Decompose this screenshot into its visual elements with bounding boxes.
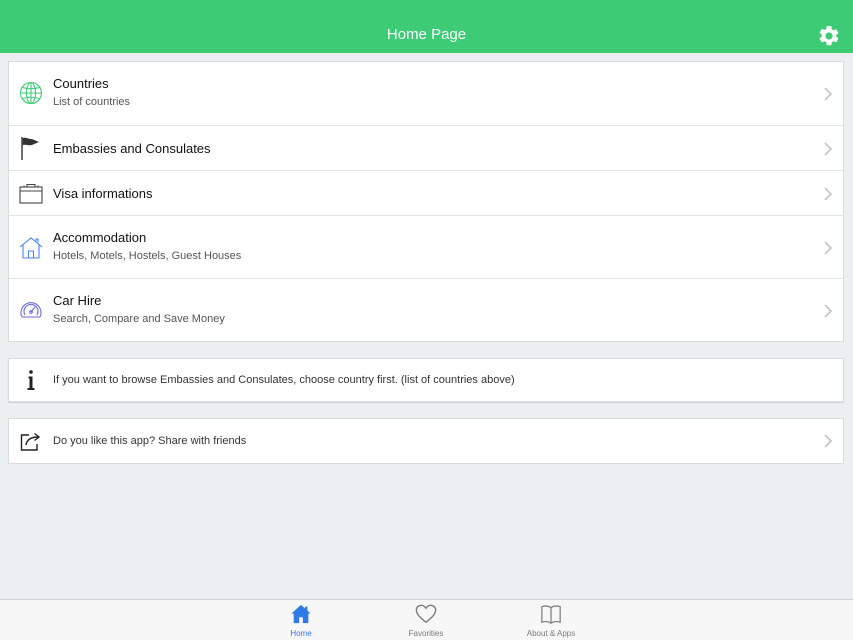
- flag-icon: [21, 137, 39, 160]
- briefcase-icon: [19, 183, 43, 204]
- settings-button[interactable]: [817, 24, 841, 48]
- share-card: Do you like this app? Share with friends: [8, 418, 844, 464]
- tab-bar: Home Favorities About & Apps: [0, 599, 853, 640]
- tab-favorities[interactable]: Favorities: [376, 600, 476, 640]
- tab-home[interactable]: Home: [251, 600, 351, 640]
- tab-about-apps[interactable]: About & Apps: [501, 600, 601, 640]
- chevron-right-icon: [824, 142, 833, 156]
- info-icon: [27, 370, 35, 390]
- menu-item-title: Countries: [53, 76, 109, 91]
- speedometer-icon: [20, 302, 42, 318]
- tab-label: Home: [290, 629, 312, 638]
- menu-item-title: Embassies and Consulates: [53, 141, 211, 156]
- menu-item-car-hire[interactable]: Car Hire Search, Compare and Save Money: [9, 278, 843, 341]
- menu-item-title: Visa informations: [53, 186, 153, 201]
- header-bar: Home Page: [0, 0, 853, 53]
- info-card: If you want to browse Embassies and Cons…: [8, 358, 844, 402]
- tab-label: Favorities: [408, 629, 444, 638]
- page-title: Home Page: [386, 26, 467, 43]
- chevron-right-icon: [824, 187, 833, 201]
- menu-item-visa[interactable]: Visa informations: [9, 170, 843, 215]
- chevron-right-icon: [824, 304, 833, 318]
- menu-item-title: Car Hire: [53, 293, 102, 308]
- menu-item-accommodation[interactable]: Accommodation Hotels, Motels, Hostels, G…: [9, 215, 843, 278]
- tab-label: About & Apps: [526, 629, 576, 638]
- book-icon: [541, 605, 561, 624]
- chevron-right-icon: [824, 241, 833, 255]
- main-menu-card: Countries List of countries Embassies an…: [8, 61, 844, 342]
- menu-item-subtitle: Hotels, Motels, Hostels, Guest Houses: [53, 250, 242, 262]
- house-icon: [19, 237, 43, 259]
- heart-icon: [415, 604, 437, 624]
- app-window: Home Page Countries List of countries Em…: [0, 0, 853, 640]
- menu-item-embassies[interactable]: Embassies and Consulates: [9, 125, 843, 170]
- menu-item-title: Accommodation: [53, 230, 147, 245]
- menu-item-subtitle: List of countries: [53, 96, 131, 108]
- menu-item-subtitle: Search, Compare and Save Money: [53, 313, 225, 325]
- gear-icon: [819, 25, 839, 46]
- chevron-right-icon: [824, 87, 833, 101]
- share-text: Do you like this app? Share with friends: [53, 435, 247, 447]
- chevron-right-icon: [824, 434, 833, 448]
- menu-item-countries[interactable]: Countries List of countries: [9, 62, 843, 125]
- info-row: If you want to browse Embassies and Cons…: [9, 359, 843, 401]
- globe-icon: [19, 81, 43, 105]
- home-icon: [291, 604, 311, 624]
- share-row[interactable]: Do you like this app? Share with friends: [9, 419, 843, 463]
- info-text: If you want to browse Embassies and Cons…: [53, 374, 515, 386]
- share-icon: [20, 432, 41, 451]
